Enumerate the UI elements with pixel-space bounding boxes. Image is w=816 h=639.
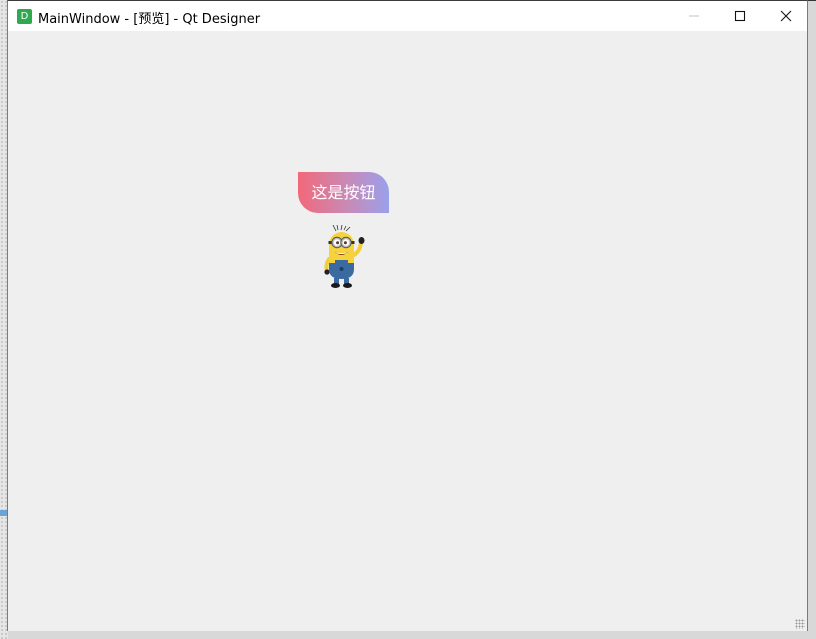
title-bar[interactable]: D MainWindow - [预览] - Qt Designer [8,1,807,31]
preview-window: D MainWindow - [预览] - Qt Designer 这是按钮 [7,0,808,631]
qt-designer-app-icon: D [17,9,32,24]
minion-icon [324,225,365,288]
minimize-button[interactable] [671,1,717,31]
minimize-icon [689,15,699,17]
close-icon [780,10,792,22]
desktop-background: D MainWindow - [预览] - Qt Designer 这是按钮 [0,0,816,639]
gradient-push-button[interactable]: 这是按钮 [298,172,389,213]
size-grip[interactable] [795,619,805,629]
central-widget: 这是按钮 [8,31,807,631]
window-title: MainWindow - [预览] - Qt Designer [38,12,261,27]
maximize-button[interactable] [717,1,763,31]
close-button[interactable] [763,1,809,31]
maximize-icon [734,10,746,22]
